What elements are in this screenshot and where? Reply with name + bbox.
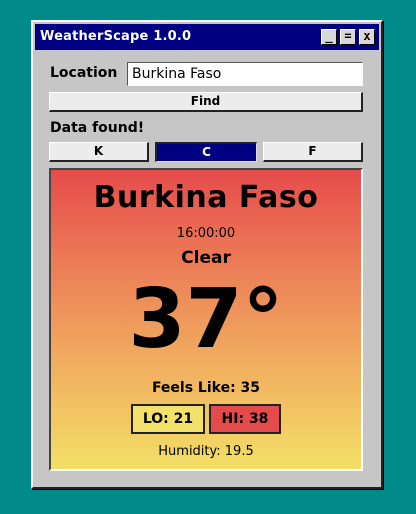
humidity: Humidity: 19.5: [158, 444, 254, 459]
title-bar[interactable]: WeatherScape 1.0.0 _ = x: [35, 24, 379, 50]
high-temp-badge: HI: 38: [209, 404, 281, 434]
location-input[interactable]: Burkina Faso: [127, 62, 363, 86]
low-temp-badge: LO: 21: [131, 404, 205, 434]
weatherscape-window: WeatherScape 1.0.0 _ = x Location Burkin…: [31, 20, 383, 489]
location-label: Location: [50, 65, 118, 81]
unit-kelvin-button[interactable]: K: [49, 142, 149, 162]
city-name: Burkina Faso: [93, 180, 319, 215]
minimize-button[interactable]: _: [321, 29, 337, 45]
local-time: 16:00:00: [176, 226, 236, 241]
weather-panel: Burkina Faso 16:00:00 Clear 37° Feels Li…: [49, 168, 363, 471]
status-text: Data found!: [50, 120, 145, 136]
temperature: 37°: [128, 272, 284, 367]
unit-celsius-button[interactable]: C: [155, 142, 257, 162]
weather-condition: Clear: [181, 248, 231, 268]
feels-like: Feels Like: 35: [151, 380, 261, 396]
find-button[interactable]: Find: [49, 92, 363, 112]
window-title: WeatherScape 1.0.0: [40, 29, 192, 44]
unit-fahrenheit-button[interactable]: F: [263, 142, 363, 162]
maximize-button[interactable]: =: [340, 29, 356, 45]
close-button[interactable]: x: [359, 29, 375, 45]
